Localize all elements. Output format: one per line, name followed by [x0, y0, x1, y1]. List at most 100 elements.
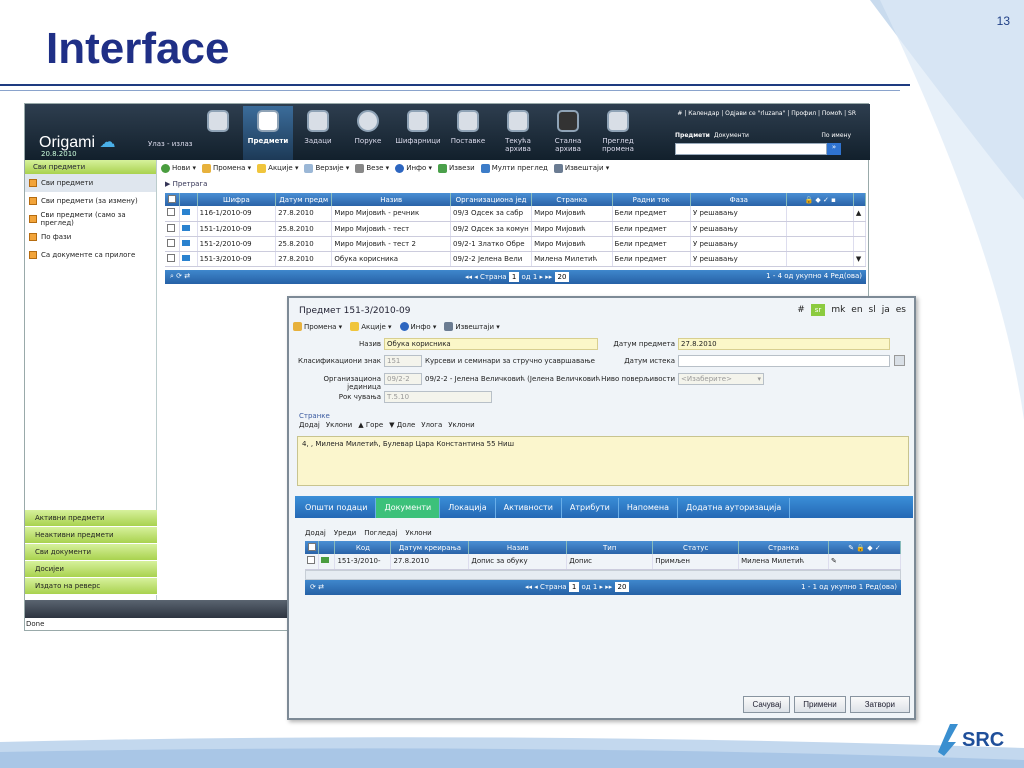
add-party-button[interactable]: Додај [299, 421, 320, 429]
page-size-select[interactable]: 20 [554, 272, 570, 282]
actions-button[interactable]: Акције ▾ [350, 322, 392, 331]
column-header[interactable]: Странка [738, 541, 830, 554]
module-predmeti-active[interactable]: Предмети [243, 106, 293, 160]
lang-ja[interactable]: ja [882, 305, 890, 315]
column-header[interactable]: Назив [468, 541, 568, 554]
select-all-checkbox[interactable] [165, 193, 180, 206]
calendar-icon[interactable] [894, 355, 905, 366]
row-checkbox[interactable] [167, 238, 175, 247]
sidebar-bottom-item[interactable]: Активни предмети [25, 510, 157, 527]
move-down-button[interactable]: ▼ Доле [389, 421, 415, 429]
tab-authorization[interactable]: Додатна ауторизација [678, 498, 791, 518]
page-input[interactable]: 1 [508, 272, 520, 282]
column-header[interactable]: Шифра [197, 193, 277, 206]
column-header[interactable]: Датум креирања [390, 541, 470, 554]
multi-view-button[interactable]: Мулти преглед [480, 163, 548, 173]
column-header[interactable]: Тип [566, 541, 654, 554]
reports-button[interactable]: Извештаји ▾ [553, 163, 609, 173]
export-button[interactable]: Извези [438, 163, 475, 173]
module-sifarnici[interactable]: Шифарници [393, 106, 443, 160]
column-header[interactable]: Назив [331, 193, 452, 206]
sidebar-item[interactable]: Са документе са прилоге [25, 246, 156, 264]
table-row[interactable]: 151-3/2010- 27.8.2010 Допис за обуку Доп… [305, 554, 901, 570]
horizontal-scrollbar[interactable] [305, 569, 901, 580]
row-checkbox[interactable] [167, 253, 175, 262]
links-button[interactable]: Везе ▾ [355, 163, 389, 173]
search-toggle[interactable]: ▶ Претрага [165, 180, 207, 188]
module-tekuca-arhiva[interactable]: Текућа архива [493, 106, 543, 160]
reports-button[interactable]: Извештаји ▾ [444, 322, 500, 331]
row-checkbox[interactable] [167, 208, 175, 217]
row-checkbox[interactable] [167, 223, 175, 232]
module-stalna-arhiva[interactable]: Стална архива [543, 106, 593, 160]
sidebar-bottom-item[interactable]: Неактивни предмети [25, 527, 157, 544]
column-header[interactable]: Статус [652, 541, 740, 554]
table-row[interactable]: 116-1/2010-09 27.8.2010 Миро Мијовић - реч… [165, 206, 867, 222]
tab-documents[interactable]: Документи [376, 498, 441, 518]
pager-tools-icon[interactable]: ⟳ ⇄ [310, 583, 324, 591]
sidebar-bottom-item[interactable]: Досијеи [25, 561, 157, 578]
module-poruke[interactable]: Поруке [343, 106, 393, 160]
top-links[interactable]: # | Календар | Одјави се "rluzana" | Про… [677, 110, 856, 117]
sidebar-bottom-item[interactable]: Сви документи [25, 544, 157, 561]
column-header[interactable]: Странка [531, 193, 613, 206]
lang-mk[interactable]: mk [831, 305, 845, 315]
tab-attributes[interactable]: Атрибути [562, 498, 619, 518]
tab-general[interactable]: Општи подаци [297, 498, 377, 518]
confidentiality-select[interactable]: <Изаберите> ▾ [678, 373, 764, 385]
org-code-field[interactable]: 09/2-2 [384, 373, 422, 385]
edit-document-button[interactable]: Уреди [334, 529, 356, 537]
class-code-field[interactable]: 151 [384, 355, 422, 367]
select-all-checkbox[interactable] [305, 541, 320, 554]
case-date-field[interactable]: 27.8.2010 [678, 338, 890, 350]
close-button[interactable]: Затвори [849, 696, 910, 713]
tab-notes[interactable]: Напомена [619, 498, 678, 518]
lang-sl[interactable]: sl [869, 305, 876, 315]
search-button[interactable]: » [827, 143, 841, 155]
module-postavke[interactable]: Поставке [443, 106, 493, 160]
module-predmeti[interactable] [193, 106, 243, 160]
view-document-button[interactable]: Погледај [364, 529, 397, 537]
remove-party-button[interactable]: Уклони [326, 421, 352, 429]
actions-button[interactable]: Акције ▾ [257, 163, 298, 173]
name-field[interactable]: Обука корисника [384, 338, 598, 350]
move-up-button[interactable]: ▲ Горе [358, 421, 383, 429]
page-input[interactable]: 1 [568, 581, 580, 592]
tab-activities[interactable]: Активности [496, 498, 562, 518]
column-header[interactable]: Радни ток [612, 193, 691, 206]
attachment-icon[interactable]: ✎ [828, 554, 901, 570]
versions-button[interactable]: Верзије ▾ [304, 163, 349, 173]
module-zadaci[interactable]: Задаци [293, 106, 343, 160]
search-tab-predmeti[interactable]: Предмети [675, 132, 710, 139]
save-button[interactable]: Сачувај [743, 696, 791, 713]
change-button[interactable]: Промена ▾ [293, 322, 342, 331]
new-button[interactable]: Нови ▾ [161, 163, 196, 173]
column-header[interactable]: Датум предм [275, 193, 333, 206]
search-tab-dokumenti[interactable]: Документи [714, 132, 749, 139]
lang-sr[interactable]: sr [810, 304, 826, 316]
info-button[interactable]: Инфо ▾ [395, 163, 432, 173]
column-header[interactable]: Организациона јед [450, 193, 533, 206]
remove-document-button[interactable]: Уклони [405, 529, 431, 537]
search-input[interactable] [675, 143, 827, 155]
page-size-select[interactable]: 20 [614, 581, 630, 592]
retention-field[interactable]: Т.5.10 [384, 391, 492, 403]
add-document-button[interactable]: Додај [305, 529, 326, 537]
pager-tools-icon[interactable]: ⌕ ⟳ ⇄ [170, 272, 190, 281]
expiry-field[interactable] [678, 355, 890, 367]
sidebar-header[interactable]: Сви предмети [25, 160, 156, 174]
lang-en[interactable]: en [851, 305, 862, 315]
remove-role-button[interactable]: Уклони [448, 421, 474, 429]
sidebar-item[interactable]: Сви предмети (за измену) [25, 192, 156, 210]
search-by[interactable]: По имену [821, 132, 851, 139]
scroll-up-icon[interactable]: ▲ [853, 206, 867, 222]
table-row[interactable]: 151-3/2010-09 27.8.2010 Обука корисника 09/… [165, 251, 867, 267]
table-row[interactable]: 151-1/2010-09 25.8.2010 Миро Мијовић - тес… [165, 221, 867, 237]
parties-list[interactable]: 4, , Милена Милетић, Булевар Цара Конста… [297, 436, 909, 486]
change-button[interactable]: Промена ▾ [201, 163, 251, 173]
apply-button[interactable]: Примени [794, 696, 846, 713]
lang-es[interactable]: es [896, 305, 906, 315]
column-header[interactable]: Фаза [690, 193, 788, 206]
row-checkbox[interactable] [307, 556, 315, 565]
scroll-down-icon[interactable]: ▼ [853, 251, 867, 267]
